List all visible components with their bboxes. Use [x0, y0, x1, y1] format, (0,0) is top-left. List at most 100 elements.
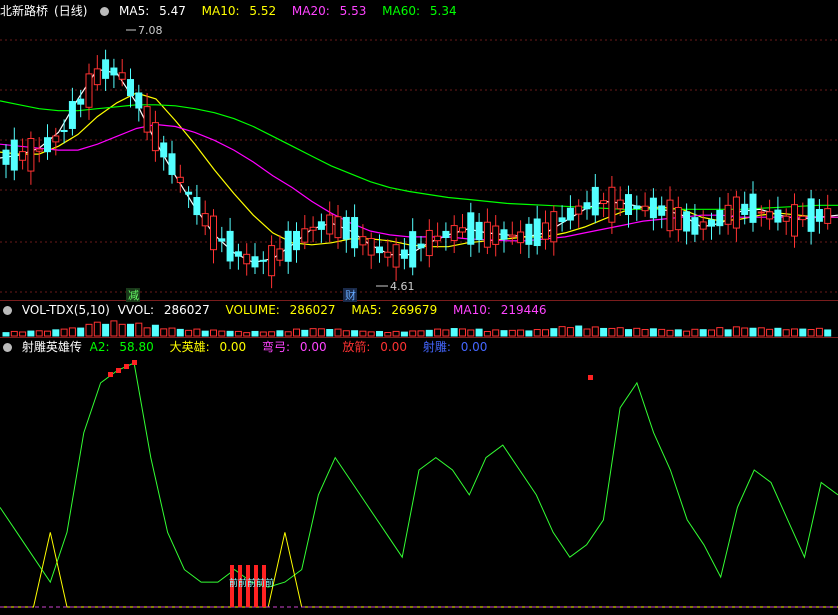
candle-body [376, 246, 383, 254]
candle-body [608, 186, 616, 223]
candle-body [616, 199, 624, 210]
volume-bar [309, 328, 317, 337]
svg-text:减: 减 [128, 289, 139, 302]
candle-body [799, 215, 807, 221]
volume-bar [533, 329, 541, 337]
volume-bar [317, 328, 325, 337]
candle-body [234, 251, 242, 257]
candle-body [782, 215, 790, 222]
candle-body [151, 122, 159, 152]
volume-bar [525, 330, 533, 337]
volume-bar [492, 329, 500, 337]
volume-bar [550, 328, 558, 337]
indicator-line-dayingxiong [0, 532, 838, 608]
candle-body [276, 248, 284, 261]
candle-body [483, 221, 491, 248]
candle-body [135, 92, 143, 109]
low-price-marker: 4.61 [376, 280, 415, 293]
volume-bar [442, 329, 450, 337]
candle-body [342, 216, 350, 240]
candle-body [450, 225, 458, 242]
candle-body [774, 209, 782, 223]
volume-bar [127, 323, 134, 337]
candle-body [334, 216, 342, 239]
stock-chart-window: 北新路桥 (日线) MA5: 5.47 MA10: 5.52 MA20: 5.53… [0, 0, 838, 615]
candle-body [475, 221, 483, 241]
candle-body [68, 101, 76, 129]
flag-jian[interactable]: 减 [126, 288, 140, 302]
candle-body [326, 214, 334, 235]
candle-body [44, 137, 51, 153]
candle-body [550, 211, 558, 243]
candle-body [168, 153, 176, 175]
candle-body [525, 223, 533, 245]
volume-bar [450, 328, 458, 337]
candle-body [293, 230, 300, 251]
volume-bar [93, 321, 101, 337]
volume-bar [749, 327, 757, 337]
volume-bar [168, 327, 176, 337]
volume-bar [85, 323, 93, 337]
volume-bar [724, 329, 732, 337]
candle-body [417, 243, 425, 249]
volume-bar [44, 330, 51, 337]
volume-bar [284, 331, 292, 337]
volume-bar [2, 332, 10, 337]
candle-body [160, 142, 168, 158]
volume-bar [10, 330, 18, 337]
candle-body [517, 231, 525, 244]
volume-bar [176, 328, 184, 337]
volume-bar [459, 328, 466, 337]
flag-cai[interactable]: 财 [343, 288, 357, 302]
volume-bar [342, 330, 350, 337]
chart-canvas[interactable]: 7.08 4.61 减 财 前前前前前 [0, 0, 838, 615]
volume-bar [708, 329, 715, 337]
candle-body [251, 256, 259, 268]
candle-body [301, 228, 309, 243]
volume-bar [691, 328, 699, 337]
volume-bar [741, 327, 749, 337]
volume-bar [641, 329, 649, 337]
candle-body [185, 191, 193, 195]
volume-bar [359, 330, 367, 337]
volume-bar [542, 329, 549, 337]
candle-body [93, 68, 101, 86]
volume-bar [234, 330, 242, 337]
svg-text:前前前前前: 前前前前前 [229, 577, 274, 589]
candle-body [359, 236, 367, 246]
volume-bar [475, 328, 483, 337]
candle-body [641, 205, 649, 212]
peak-marker [124, 364, 129, 369]
candle-body [575, 205, 583, 215]
volume-bar [774, 327, 782, 337]
peak-marker [116, 368, 121, 373]
volume-bar [27, 330, 35, 337]
candle-body [85, 73, 93, 108]
volume-bar [815, 327, 823, 337]
high-price-marker: 7.08 [126, 24, 163, 37]
volume-bar [633, 327, 641, 337]
volume-bar [268, 331, 276, 337]
candle-body [625, 194, 632, 215]
volume-bar [683, 330, 691, 337]
candle-body [351, 217, 359, 249]
volume-bar [367, 331, 375, 337]
volume-bar [210, 329, 217, 337]
candle-body [492, 225, 500, 245]
ma-line-ma60 [0, 100, 838, 210]
candle-body [102, 59, 110, 79]
candle-body [226, 230, 234, 262]
svg-text:财: 财 [345, 288, 356, 302]
volume-bar [259, 331, 267, 337]
volume-bar [409, 330, 417, 337]
candle-body [35, 148, 43, 152]
volume-bar [218, 330, 226, 337]
candle-body [658, 205, 666, 216]
candle-body [459, 227, 466, 233]
volume-bar [102, 323, 110, 337]
volume-bars [2, 320, 832, 337]
candle-body [210, 215, 217, 251]
candle-body [19, 151, 27, 161]
candle-body [400, 249, 408, 259]
candle-body [558, 217, 566, 223]
